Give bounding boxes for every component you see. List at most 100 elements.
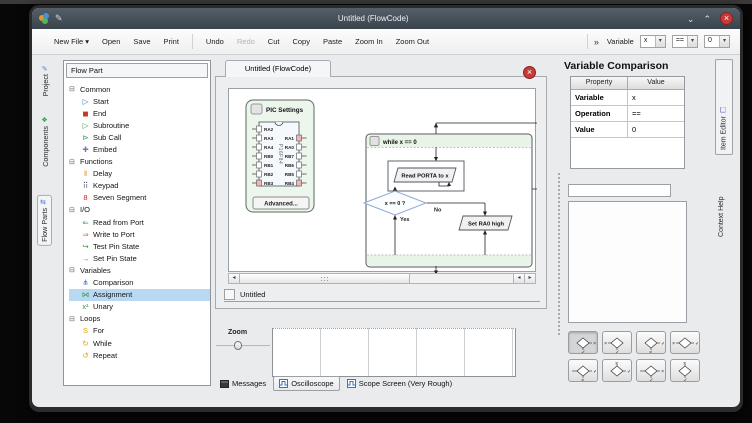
pin-ra2[interactable] xyxy=(257,126,262,132)
cut-button[interactable]: Cut xyxy=(268,37,280,46)
tree-item-for[interactable]: SFor xyxy=(69,325,210,337)
tree-item-subroutine[interactable]: ▷Subroutine xyxy=(69,119,210,131)
pin-rb1[interactable] xyxy=(257,162,262,168)
tree-item-keypad[interactable]: ⠿Keypad xyxy=(69,180,210,192)
tree-item-delay[interactable]: ‖Delay xyxy=(69,168,210,180)
tree-item-end[interactable]: ◼End xyxy=(69,107,210,119)
new-file-button[interactable]: New File ▾ xyxy=(54,37,89,46)
close-button[interactable]: × xyxy=(720,12,733,25)
zoom-slider-thumb[interactable] xyxy=(234,341,242,350)
tree-group-i-o[interactable]: ⊟I/O xyxy=(69,204,210,216)
tree-group-loops[interactable]: ⊟Loops xyxy=(69,313,210,325)
zoom-out-button[interactable]: Zoom Out xyxy=(396,37,429,46)
item-list-box[interactable] xyxy=(568,201,687,323)
copy-button[interactable]: Copy xyxy=(292,37,310,46)
tree-item-write-to-port[interactable]: ⇒Write to Port xyxy=(69,228,210,240)
print-button[interactable]: Print xyxy=(164,37,179,46)
chevron-down-icon[interactable]: ▾ xyxy=(687,36,697,47)
document-tab[interactable]: Untitled (FlowCode) xyxy=(225,60,331,77)
horizontal-scrollbar[interactable]: ◂ ◂ ▸ xyxy=(228,273,536,284)
tree-item-comparison[interactable]: ⋔Comparison xyxy=(69,277,210,289)
paste-button[interactable]: Paste xyxy=(323,37,342,46)
operation-value-cell[interactable]: == xyxy=(628,106,684,122)
pin-rb6[interactable] xyxy=(297,162,302,168)
collapse-icon[interactable]: ⊟ xyxy=(69,315,77,323)
bottom-tab-scope-screen-very-rough-[interactable]: Scope Screen (Very Rough) xyxy=(347,379,452,388)
zoom-slider[interactable] xyxy=(216,341,270,351)
branch-layout-4[interactable]: ×✓ xyxy=(670,331,700,354)
collapse-icon[interactable]: ⊟ xyxy=(69,85,77,93)
flowchart-canvas[interactable]: PIC Settings P16F84 RA2RA3RA4RB0RB1RB2RB… xyxy=(228,88,536,272)
tree-item-test-pin-state[interactable]: ↪Test Pin State xyxy=(69,240,210,252)
pin-rb0[interactable] xyxy=(257,153,262,159)
pin-rb4[interactable] xyxy=(297,180,302,186)
tree-item-while[interactable]: ↻While xyxy=(69,337,210,349)
tree-item-start[interactable]: ▷Start xyxy=(69,95,210,107)
operation-combo[interactable]: == ▾ xyxy=(672,35,698,48)
bottom-tab-messages[interactable]: Messages xyxy=(220,379,266,388)
pin-rb5[interactable] xyxy=(297,171,302,177)
tree-item-read-from-port[interactable]: ⇐Read from Port xyxy=(69,216,210,228)
pin-ra4[interactable] xyxy=(257,144,262,150)
variable-combo[interactable]: x ▾ xyxy=(640,35,666,48)
collapse-icon[interactable]: ⊟ xyxy=(69,206,77,214)
tree-item-seven-segment[interactable]: 8Seven Segment xyxy=(69,192,210,204)
collapse-icon[interactable]: ⊟ xyxy=(69,266,77,274)
scrollbar-thumb[interactable] xyxy=(240,274,410,283)
pin-ra1[interactable] xyxy=(297,135,302,141)
branch-layout-1[interactable]: ×✓ xyxy=(568,331,598,354)
undo-button[interactable]: Undo xyxy=(206,37,224,46)
titlebar[interactable]: ✎ Untitled (FlowCode) ⌄ ⌃ × xyxy=(32,8,740,29)
scroll-left-icon[interactable]: ◂ xyxy=(513,274,524,283)
chevron-down-icon[interactable]: ▾ xyxy=(719,36,729,47)
branch-layout-8[interactable]: ×✓ xyxy=(670,359,700,382)
bottom-tab-oscilloscope[interactable]: Oscilloscope xyxy=(273,376,340,391)
tree-item-unary[interactable]: x¹Unary xyxy=(69,301,210,313)
tree-item-embed[interactable]: ✚Embed xyxy=(69,143,210,155)
value-value-cell[interactable]: 0 xyxy=(628,122,684,138)
right-tab-context-help[interactable]: Context Help xyxy=(718,165,725,237)
branch-layout-5[interactable]: ×✓ xyxy=(568,359,598,382)
branch-layout-7[interactable]: ×✓ xyxy=(636,359,666,382)
right-tab-item-editor[interactable]: Item Editor❐ xyxy=(715,59,733,155)
tree-item-set-pin-state[interactable]: →Set Pin State xyxy=(69,252,210,264)
toolbar-overflow-icon[interactable]: » xyxy=(594,37,599,47)
open-button[interactable]: Open xyxy=(102,37,120,46)
pic-settings-panel[interactable]: PIC Settings P16F84 RA2RA3RA4RB0RB1RB2RB… xyxy=(246,100,314,212)
branch-layout-2[interactable]: ×✓ xyxy=(602,331,632,354)
maximize-button[interactable]: ⌃ xyxy=(703,14,711,24)
save-button[interactable]: Save xyxy=(133,37,150,46)
scroll-right-icon[interactable]: ▸ xyxy=(524,274,535,283)
tree-item-assignment[interactable]: ⋈Assignment xyxy=(69,289,210,301)
read-porta-shape[interactable]: Read PORTA to x xyxy=(394,168,456,182)
branch-layout-3[interactable]: ×✓ xyxy=(636,331,666,354)
pin-rb7[interactable] xyxy=(297,153,302,159)
value-combo[interactable]: 0 ▾ xyxy=(704,35,730,48)
set-ra0-shape[interactable]: Set RA0 high xyxy=(459,216,512,230)
sidebar-tab-components[interactable]: Components❖ xyxy=(39,112,52,170)
tree-item-repeat[interactable]: ↺Repeat xyxy=(69,349,210,361)
tree-group-variables[interactable]: ⊟Variables xyxy=(69,264,210,276)
tree-item-sub-call[interactable]: ⊳Sub Call xyxy=(69,131,210,143)
tree-group-common[interactable]: ⊟Common xyxy=(69,83,210,95)
pin-ra3[interactable] xyxy=(257,135,262,141)
sidebar-tab-flow-parts[interactable]: Flow Parts⇵ xyxy=(37,195,52,246)
panel-splitter[interactable] xyxy=(558,173,560,335)
pin-rb2[interactable] xyxy=(257,171,262,177)
branch-layout-6[interactable]: ×✓ xyxy=(602,359,632,382)
tree-group-functions[interactable]: ⊟Functions xyxy=(69,156,210,168)
pin-ra0[interactable] xyxy=(297,144,302,150)
collapse-icon[interactable]: ⊟ xyxy=(69,158,77,166)
variable-value-cell[interactable]: x xyxy=(628,90,684,106)
pin-rb3[interactable] xyxy=(257,180,262,186)
minimize-button[interactable]: ⌄ xyxy=(687,14,695,24)
status-checkbox[interactable] xyxy=(224,289,235,300)
chevron-down-icon[interactable]: ▾ xyxy=(655,36,665,47)
document-close-button[interactable]: × xyxy=(523,66,536,79)
while-checkbox[interactable] xyxy=(370,137,379,146)
zoom-in-button[interactable]: Zoom In xyxy=(355,37,383,46)
sidebar-tab-project[interactable]: Project✎ xyxy=(39,60,52,99)
expression-input[interactable] xyxy=(568,184,671,197)
pic-settings-checkbox[interactable] xyxy=(251,104,262,114)
scroll-left-icon[interactable]: ◂ xyxy=(229,274,240,283)
